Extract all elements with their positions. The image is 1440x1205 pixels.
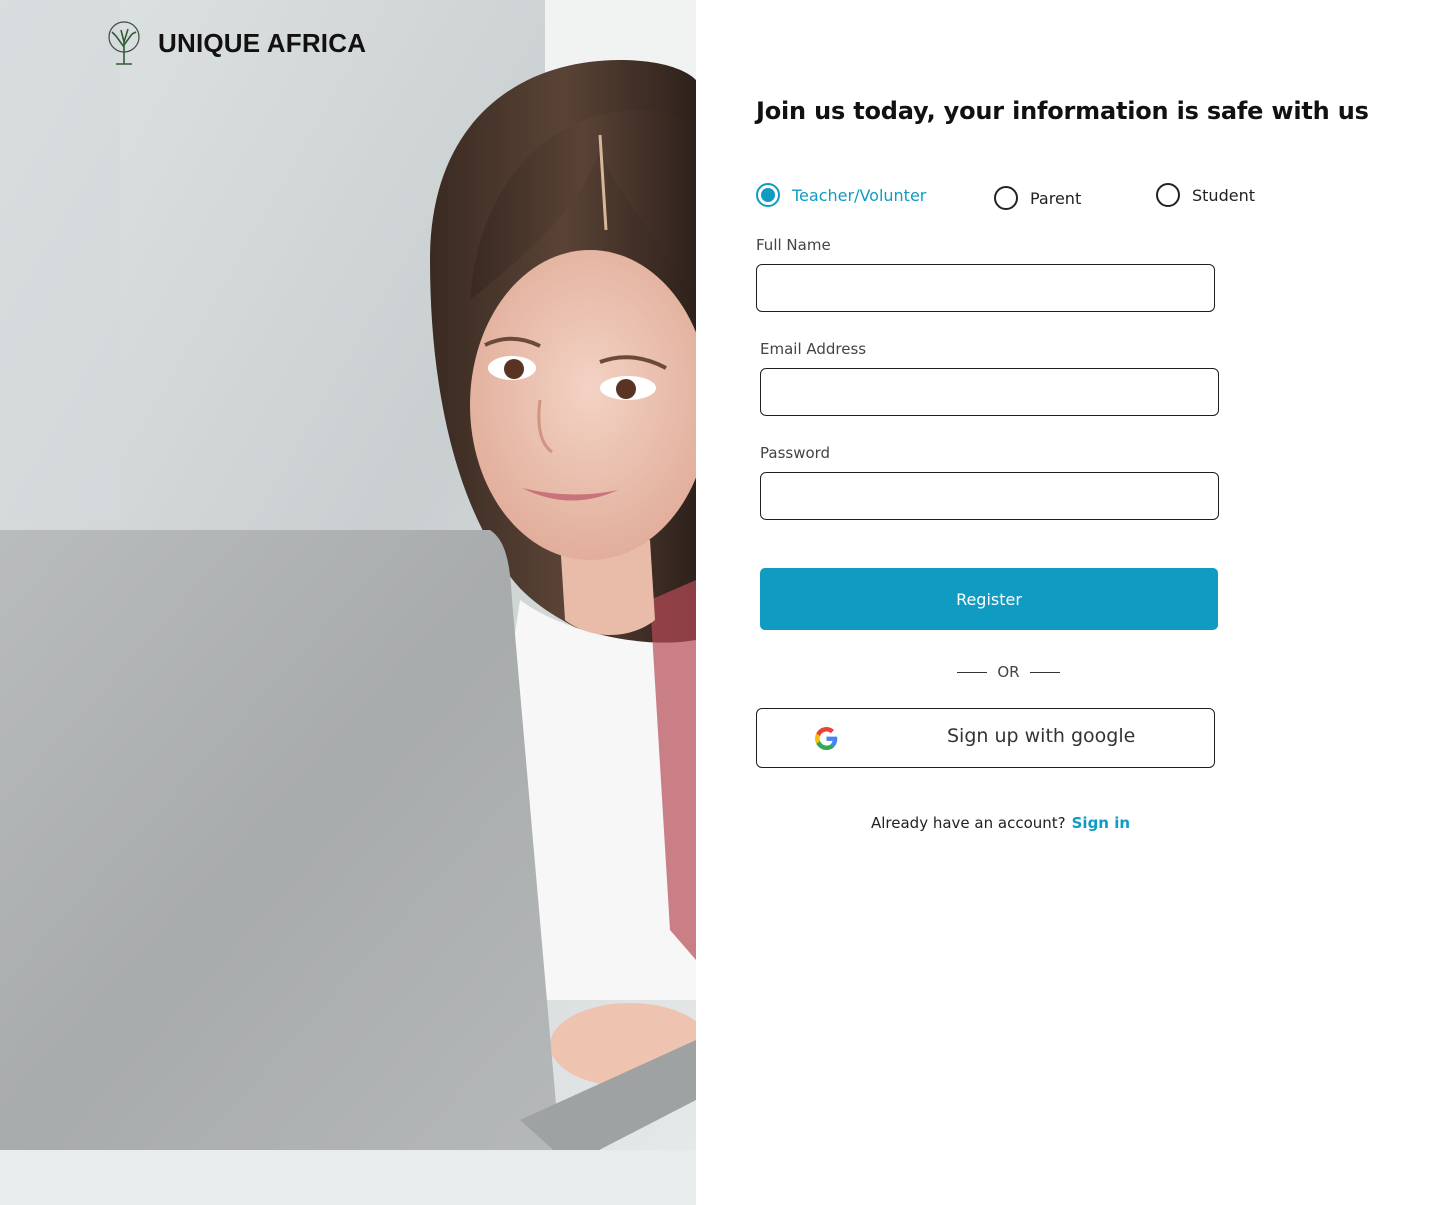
signin-link[interactable]: Sign in (1072, 814, 1130, 832)
brand: UNIQUE AFRICA (104, 20, 366, 66)
google-signup-button[interactable]: Sign up with google (756, 708, 1215, 768)
role-radio-parent[interactable]: Parent (994, 186, 1081, 210)
role-radio-group: Teacher/Volunter Parent Student (756, 183, 1276, 213)
radio-unselected-icon[interactable] (1156, 183, 1180, 207)
role-label-parent: Parent (1030, 188, 1082, 208)
brand-name: UNIQUE AFRICA (158, 27, 367, 58)
form-title: Join us today, your information is safe … (756, 97, 1369, 125)
or-text: OR (997, 663, 1020, 681)
signin-row: Already have an account? Sign in (871, 814, 1130, 832)
role-label-student: Student (1192, 185, 1255, 205)
google-signup-label: Sign up with google (947, 725, 1136, 747)
radio-selected-icon[interactable] (756, 183, 780, 207)
google-icon (815, 727, 838, 750)
divider-line-right (1029, 671, 1060, 673)
tree-icon (108, 21, 140, 65)
email-input[interactable] (760, 368, 1219, 416)
full-name-input[interactable] (756, 264, 1215, 312)
radio-unselected-icon[interactable] (994, 186, 1018, 210)
role-radio-teacher[interactable]: Teacher/Volunter (756, 183, 926, 207)
divider-line-left (957, 671, 987, 673)
or-divider: OR (957, 662, 1060, 682)
register-button[interactable]: Register (760, 568, 1218, 630)
full-name-label: Full Name (756, 236, 831, 254)
hero-photo (0, 0, 696, 1205)
password-input[interactable] (760, 472, 1219, 520)
role-label-teacher: Teacher/Volunter (792, 185, 927, 205)
email-label: Email Address (760, 340, 867, 358)
signin-prompt: Already have an account? (871, 814, 1066, 832)
password-label: Password (760, 444, 831, 462)
hero-image-panel: UNIQUE AFRICA (0, 0, 696, 1205)
role-radio-student[interactable]: Student (1156, 183, 1255, 207)
